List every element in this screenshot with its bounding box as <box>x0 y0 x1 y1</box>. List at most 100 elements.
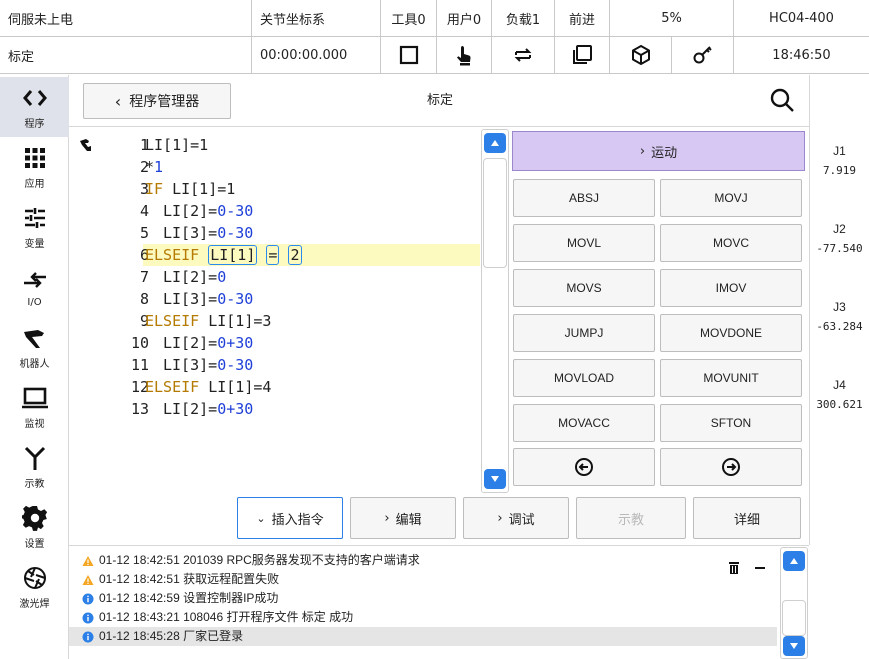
log-entry[interactable]: 01-12 18:42:59 设置控制器IP成功 <box>69 589 777 608</box>
code-line[interactable]: 4 LI[2]=0-30 <box>69 200 480 222</box>
nav-io[interactable]: I/O <box>0 257 69 317</box>
program-manager-button[interactable]: ‹ 程序管理器 <box>83 83 231 119</box>
command-button-movload[interactable]: MOVLOAD <box>513 359 655 397</box>
coord-system[interactable]: 关节坐标系 <box>252 0 381 36</box>
code-line[interactable]: 6 ELSEIF LI[1] = 2 <box>69 244 480 266</box>
load-selector[interactable]: 负载1 <box>492 0 555 36</box>
code-line[interactable]: 10 LI[2]=0+30 <box>69 332 480 354</box>
log-scroll-thumb[interactable] <box>782 600 806 636</box>
log-entry[interactable]: 01-12 18:43:21 108046 打开程序文件 标定 成功 <box>69 608 777 627</box>
command-button-movdone[interactable]: MOVDONE <box>660 314 802 352</box>
delete-log-button[interactable] <box>724 558 744 578</box>
line-code: LI[1]=1 <box>145 136 209 154</box>
nav-settings-label: 设置 <box>24 538 45 550</box>
nav-monitor[interactable]: 监视 <box>0 377 69 437</box>
log-text: 01-12 18:43:21 108046 打开程序文件 标定 成功 <box>99 610 354 624</box>
command-button-jumpj[interactable]: JUMPJ <box>513 314 655 352</box>
scroll-up-button[interactable] <box>484 133 506 153</box>
direction-selector[interactable]: 前进 <box>555 0 610 36</box>
log-scrollbar[interactable] <box>780 547 808 659</box>
command-button-movacc[interactable]: MOVACC <box>513 404 655 442</box>
code-line[interactable]: 13 LI[2]=0+30 <box>69 398 480 420</box>
command-button-movl[interactable]: MOVL <box>513 224 655 262</box>
code-line[interactable]: 7 LI[2]=0 <box>69 266 480 288</box>
nav-apps[interactable]: 应用 <box>0 137 69 197</box>
cube-icon[interactable] <box>610 37 672 73</box>
joint-value: 300.621 <box>816 398 863 411</box>
code-line[interactable]: 9 ELSEIF LI[1]=3 <box>69 310 480 332</box>
speed-setting[interactable]: 5% <box>610 0 734 36</box>
copy-window-icon[interactable] <box>555 37 610 73</box>
loop-icon[interactable] <box>492 37 555 73</box>
edit-button[interactable]: › 编辑 <box>350 497 456 539</box>
nav-variables-label: 变量 <box>24 238 45 250</box>
command-button-movunit[interactable]: MOVUNIT <box>660 359 802 397</box>
code-line[interactable]: 1 LI[1]=1 <box>69 134 480 156</box>
line-number: 7 <box>139 268 149 286</box>
aperture-icon <box>23 565 47 591</box>
nav-laser-weld[interactable]: 激光焊 <box>0 557 69 617</box>
nav-monitor-label: 监视 <box>24 418 45 430</box>
motion-category-label: 运动 <box>651 145 678 161</box>
log-text: 01-12 18:45:28 厂家已登录 <box>99 629 244 643</box>
log-scroll-down-button[interactable] <box>783 636 805 656</box>
insert-instruction-button[interactable]: ⌄ 插入指令 <box>237 497 343 539</box>
nav-variables[interactable]: 变量 <box>0 197 69 257</box>
cycle-timer: 00:00:00.000 <box>252 37 381 73</box>
key-icon[interactable] <box>672 37 734 73</box>
next-page-button[interactable] <box>660 448 802 486</box>
command-button-movc[interactable]: MOVC <box>660 224 802 262</box>
code-scrollbar[interactable] <box>481 129 509 493</box>
app-grid-icon <box>24 145 46 171</box>
code-line[interactable]: 5 LI[3]=0-30 <box>69 222 480 244</box>
hand-teach-icon[interactable] <box>437 37 492 73</box>
line-code: ELSEIF LI[1] = 2 <box>145 245 302 265</box>
line-number: 10 <box>130 334 149 352</box>
nav-program-label: 程序 <box>24 118 45 130</box>
motion-category-header[interactable]: › 运动 <box>512 131 805 171</box>
line-code: *1 <box>145 158 164 176</box>
user-frame-selector[interactable]: 用户0 <box>437 0 492 36</box>
command-button-imov[interactable]: IMOV <box>660 269 802 307</box>
joint-value: 7.919 <box>822 164 857 177</box>
command-button-sfton[interactable]: SFTON <box>660 404 802 442</box>
caret-down-icon <box>491 476 499 482</box>
code-line[interactable]: 3 IF LI[1]=1 <box>69 178 480 200</box>
caret-up-icon <box>790 558 798 564</box>
teach-pendant-app: 伺服未上电 关节坐标系 工具0 用户0 负载1 前进 5% HC04-400 标… <box>0 0 869 659</box>
search-icon[interactable] <box>769 87 795 113</box>
clock: 18:46:50 <box>772 47 831 63</box>
code-line[interactable]: 2 *1 <box>69 156 480 178</box>
log-scroll-up-button[interactable] <box>783 551 805 571</box>
nav-program[interactable]: 程序 <box>0 77 69 137</box>
joint-name: J1 <box>833 144 846 158</box>
tool-selector[interactable]: 工具0 <box>381 0 437 36</box>
code-scroll-thumb[interactable] <box>483 158 507 268</box>
code-line[interactable]: 12 ELSEIF LI[1]=4 <box>69 376 480 398</box>
log-entry[interactable]: 01-12 18:45:28 厂家已登录 <box>69 627 777 646</box>
log-entry[interactable]: 01-12 18:42:51 201039 RPC服务器发现不支持的客户端请求 <box>69 551 777 570</box>
prev-page-button[interactable] <box>513 448 655 486</box>
command-button-absj[interactable]: ABSJ <box>513 179 655 217</box>
teach-button[interactable]: 示教 <box>576 497 686 539</box>
nav-robot[interactable]: 机器人 <box>0 317 69 377</box>
detail-button[interactable]: 详细 <box>693 497 801 539</box>
minus-icon <box>755 567 765 569</box>
code-editor[interactable]: 1 LI[1]=1 2 *1 3 IF LI[1]=1 4 LI[2]=0-30 5 LI[3]=… <box>69 128 480 490</box>
chevron-right-icon: › <box>639 143 646 159</box>
debug-button[interactable]: › 调试 <box>463 497 569 539</box>
log-text: 01-12 18:42:51 获取远程配置失败 <box>99 572 280 586</box>
nav-settings[interactable]: 设置 <box>0 497 69 557</box>
nav-teach[interactable]: 示教 <box>0 437 69 497</box>
log-entry[interactable]: 01-12 18:42:51 获取远程配置失败 <box>69 570 777 589</box>
nav-io-label: I/O <box>27 296 42 308</box>
stop-square-icon[interactable] <box>381 37 437 73</box>
scroll-down-button[interactable] <box>484 469 506 489</box>
minimize-log-button[interactable] <box>750 558 770 578</box>
code-line[interactable]: 8 LI[3]=0-30 <box>69 288 480 310</box>
code-line[interactable]: 11 LI[3]=0-30 <box>69 354 480 376</box>
caret-up-icon <box>491 140 499 146</box>
command-button-movs[interactable]: MOVS <box>513 269 655 307</box>
line-code: ELSEIF LI[1]=3 <box>145 312 272 330</box>
command-button-movj[interactable]: MOVJ <box>660 179 802 217</box>
